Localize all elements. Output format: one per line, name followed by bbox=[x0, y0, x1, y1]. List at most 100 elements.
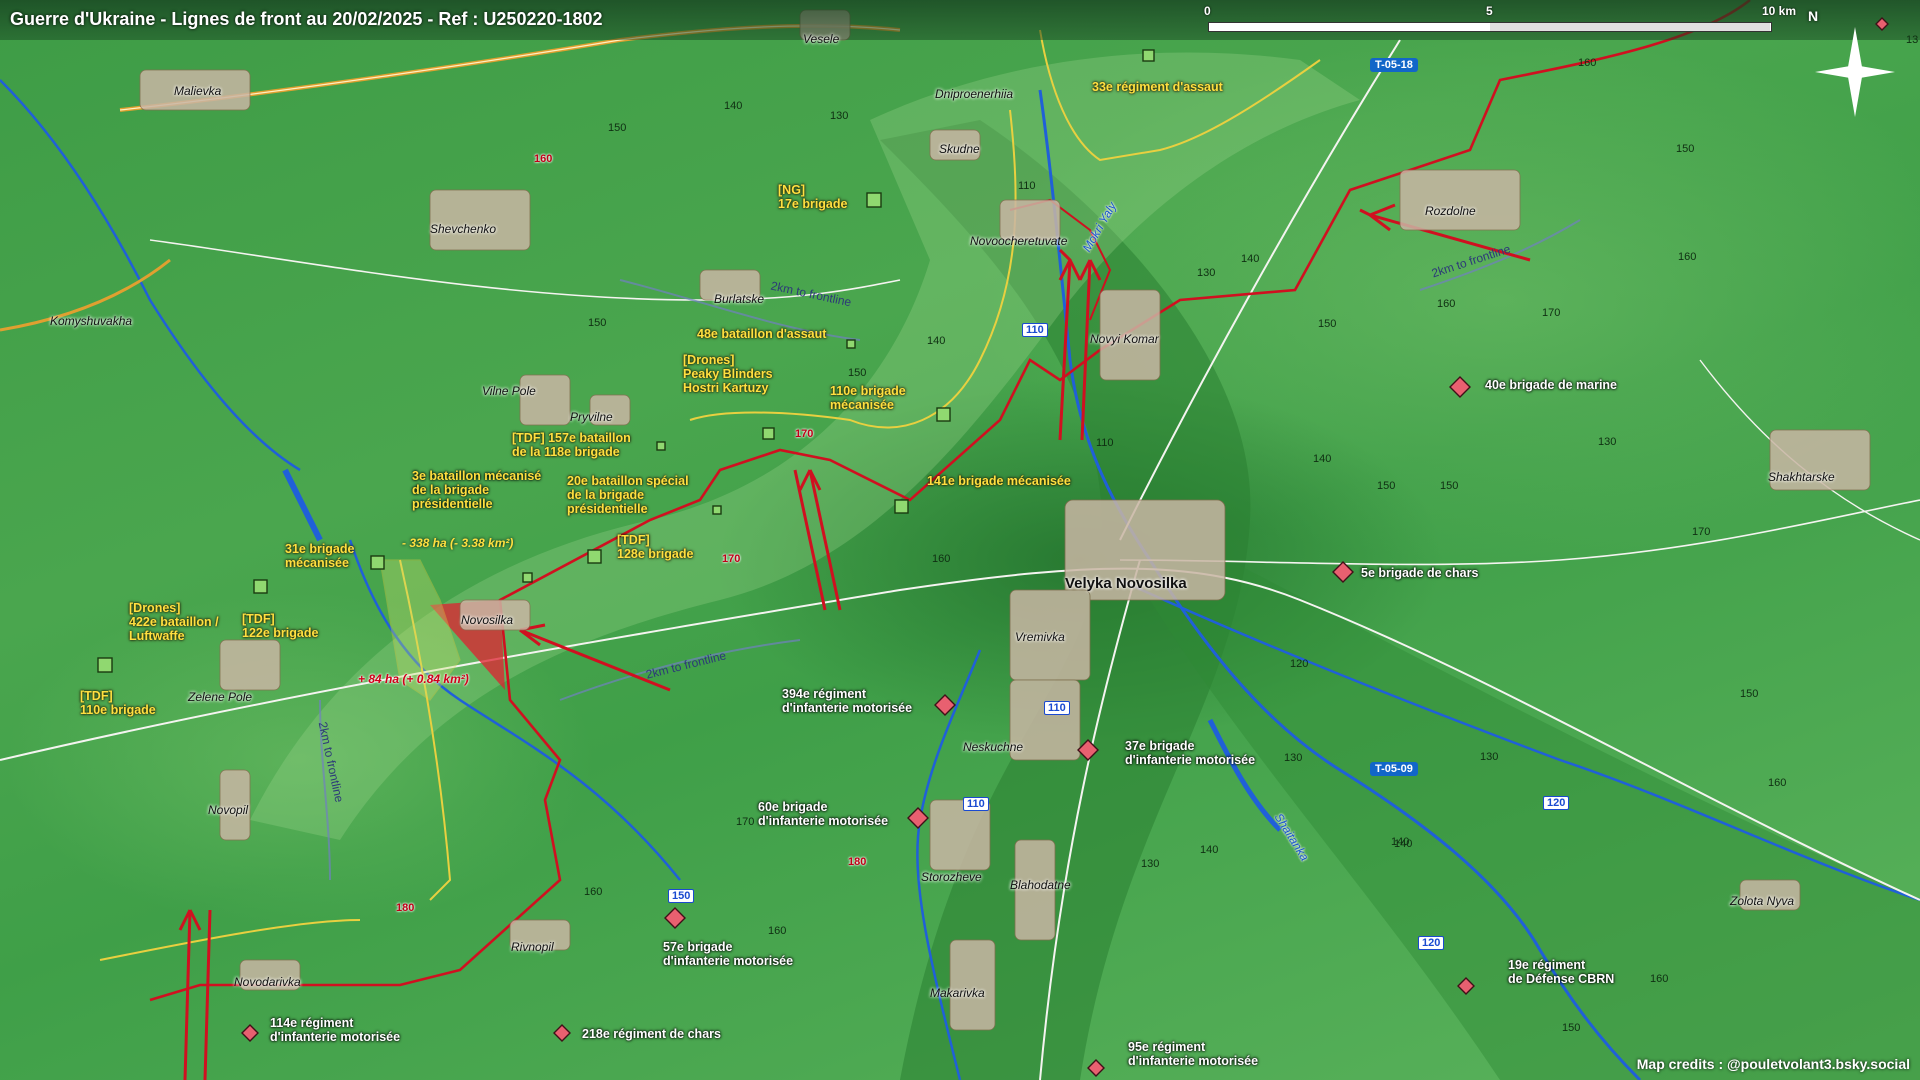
ua-marker-122 bbox=[522, 572, 533, 583]
unit-line: présidentielle bbox=[412, 497, 493, 511]
unit-line: 20e bataillon spécial bbox=[567, 474, 689, 488]
ua-marker-141 bbox=[894, 499, 909, 514]
altitude-label-red: 170 bbox=[795, 428, 814, 440]
unit-ua-20e-bataillon: 20e bataillon spécial de la brigade présid… bbox=[567, 474, 689, 516]
unit-line: 33e régiment d'assaut bbox=[1092, 80, 1223, 94]
road-number: 120 bbox=[1543, 796, 1570, 810]
ua-marker-422 bbox=[253, 579, 268, 594]
ua-marker-128 bbox=[587, 549, 602, 564]
altitude-label: 150 bbox=[848, 367, 867, 379]
unit-line: d'infanterie motorisée bbox=[1128, 1054, 1259, 1068]
altitude-label: 160 bbox=[1650, 973, 1669, 985]
altitude-label: 140 bbox=[1394, 838, 1413, 850]
unit-ua-17e-brigade: [NG] 17e brigade bbox=[778, 183, 847, 211]
unit-ua-48e-bataillon: 48e bataillon d'assaut bbox=[697, 327, 826, 341]
altitude-label: 140 bbox=[1200, 844, 1219, 856]
altitude-label: 160 bbox=[1768, 777, 1787, 789]
unit-ua-drones-peaky-blinders: [Drones] Peaky Blinders Hostri Kartuzy bbox=[683, 353, 773, 395]
altitude-label: 140 bbox=[1313, 453, 1332, 465]
unit-line: d'infanterie motorisée bbox=[1125, 753, 1256, 767]
unit-line: Peaky Blinders bbox=[683, 367, 773, 381]
altitude-label: 160 bbox=[768, 925, 787, 937]
unit-line: 141e brigade mécanisée bbox=[927, 474, 1071, 488]
altitude-label: 160 bbox=[584, 886, 603, 898]
altitude-label: 130 bbox=[1598, 436, 1617, 448]
unit-line: 37e brigade bbox=[1125, 739, 1195, 753]
ua-marker-20pres bbox=[712, 505, 722, 515]
unit-ua-33e-regiment: 33e régiment d'assaut bbox=[1092, 80, 1223, 94]
unit-ru-114e-regiment: 114e régiment d'infanterie motorisée bbox=[270, 1016, 400, 1044]
ru-marker-114 bbox=[241, 1024, 259, 1042]
altitude-label: 120 bbox=[1290, 658, 1309, 670]
altitude-label-red: 180 bbox=[848, 856, 867, 868]
unit-ru-394e-regiment: 394e régiment d'infanterie motorisée bbox=[782, 687, 912, 715]
altitude-label: 140 bbox=[927, 335, 946, 347]
unit-line: [NG] bbox=[778, 183, 806, 197]
altitude-label: 110 bbox=[1096, 437, 1114, 449]
unit-line: 48e bataillon d'assaut bbox=[697, 327, 827, 341]
unit-ru-57e-brigade: 57e brigade d'infanterie motorisée bbox=[663, 940, 793, 968]
unit-ua-422e-bataillon: [Drones] 422e bataillon / Luftwaffe bbox=[129, 601, 219, 643]
map-canvas[interactable]: Guerre d'Ukraine - Lignes de front au 20… bbox=[0, 0, 1920, 1080]
altitude-label: 170 bbox=[1542, 307, 1561, 319]
unit-line: Hostri Kartuzy bbox=[683, 381, 769, 395]
altitude-label: 160 bbox=[1678, 251, 1697, 263]
ua-marker-110m bbox=[936, 407, 951, 422]
area-loss-label: - 338 ha (- 3.38 km²) bbox=[402, 536, 514, 550]
ru-marker-218 bbox=[553, 1024, 571, 1042]
altitude-label-red: 180 bbox=[396, 902, 415, 914]
altitude-label: 150 bbox=[1318, 318, 1337, 330]
unit-line: 122e brigade bbox=[242, 626, 319, 640]
unit-ru-60e-brigade: 60e brigade d'infanterie motorisée bbox=[758, 800, 888, 828]
unit-ru-37e-brigade: 37e brigade d'infanterie motorisée bbox=[1125, 739, 1255, 767]
ru-marker-37 bbox=[1077, 739, 1099, 761]
unit-line: 19e régiment bbox=[1508, 958, 1586, 972]
altitude-label: 130 bbox=[830, 110, 849, 122]
altitude-label: 130 bbox=[1197, 267, 1216, 279]
road-badge-t0518: T-05-18 bbox=[1370, 58, 1418, 72]
unit-line: 17e brigade bbox=[778, 197, 848, 211]
altitude-label: 110 bbox=[1018, 180, 1036, 192]
ru-marker-40 bbox=[1449, 376, 1471, 398]
unit-line: [Drones] bbox=[129, 601, 181, 615]
unit-ua-3e-bataillon: 3e bataillon mécanisé de la brigade présid… bbox=[412, 469, 541, 511]
unit-ru-40e-brigade: 40e brigade de marine bbox=[1485, 378, 1617, 392]
road-number: 150 bbox=[668, 889, 695, 903]
ua-marker-drones-pb bbox=[762, 427, 775, 440]
unit-line: [Drones] bbox=[683, 353, 735, 367]
ua-marker-33 bbox=[1142, 49, 1155, 62]
unit-ua-110e-brigade-tdf: [TDF] 110e brigade bbox=[80, 689, 156, 717]
unit-line: d'infanterie motorisée bbox=[270, 1030, 401, 1044]
unit-line: 422e bataillon / bbox=[129, 615, 219, 629]
unit-line: 31e brigade bbox=[285, 542, 355, 556]
ru-marker-95 bbox=[1087, 1059, 1105, 1077]
ru-marker-60 bbox=[907, 807, 929, 829]
ua-marker-31 bbox=[370, 555, 385, 570]
altitude-label: 160 bbox=[1437, 298, 1456, 310]
unit-line: 95e régiment bbox=[1128, 1040, 1206, 1054]
road-number: 110 bbox=[1044, 701, 1070, 715]
altitude-label: 160 bbox=[1578, 57, 1597, 69]
altitude-label: 150 bbox=[608, 122, 627, 134]
altitude-label: 150 bbox=[1740, 688, 1759, 700]
unit-line: 114e régiment bbox=[270, 1016, 354, 1030]
ru-marker-19 bbox=[1457, 977, 1475, 995]
ua-unit-markers bbox=[97, 17, 1889, 1077]
unit-ua-128e-brigade: [TDF] 128e brigade bbox=[617, 533, 693, 561]
unit-line: 394e régiment bbox=[782, 687, 867, 701]
unit-line: de la brigade bbox=[412, 483, 490, 497]
unit-line: d'infanterie motorisée bbox=[782, 701, 913, 715]
unit-line: 3e bataillon mécanisé bbox=[412, 469, 542, 483]
ru-marker-57 bbox=[664, 907, 686, 929]
unit-line: d'infanterie motorisée bbox=[758, 814, 889, 828]
unit-ua-110e-brigade-mecanisee: 110e brigade mécanisée bbox=[830, 384, 906, 412]
altitude-label: 170 bbox=[1692, 526, 1711, 538]
unit-line: Luftwaffe bbox=[129, 629, 185, 643]
road-number: 120 bbox=[1418, 936, 1445, 950]
road-badge-t0509: T-05-09 bbox=[1370, 762, 1418, 776]
altitude-label: 150 bbox=[1562, 1022, 1581, 1034]
ua-marker-48 bbox=[846, 339, 856, 349]
unit-line: [TDF] bbox=[80, 689, 113, 703]
altitude-label-red: 170 bbox=[722, 553, 741, 565]
ru-marker-394 bbox=[934, 694, 956, 716]
